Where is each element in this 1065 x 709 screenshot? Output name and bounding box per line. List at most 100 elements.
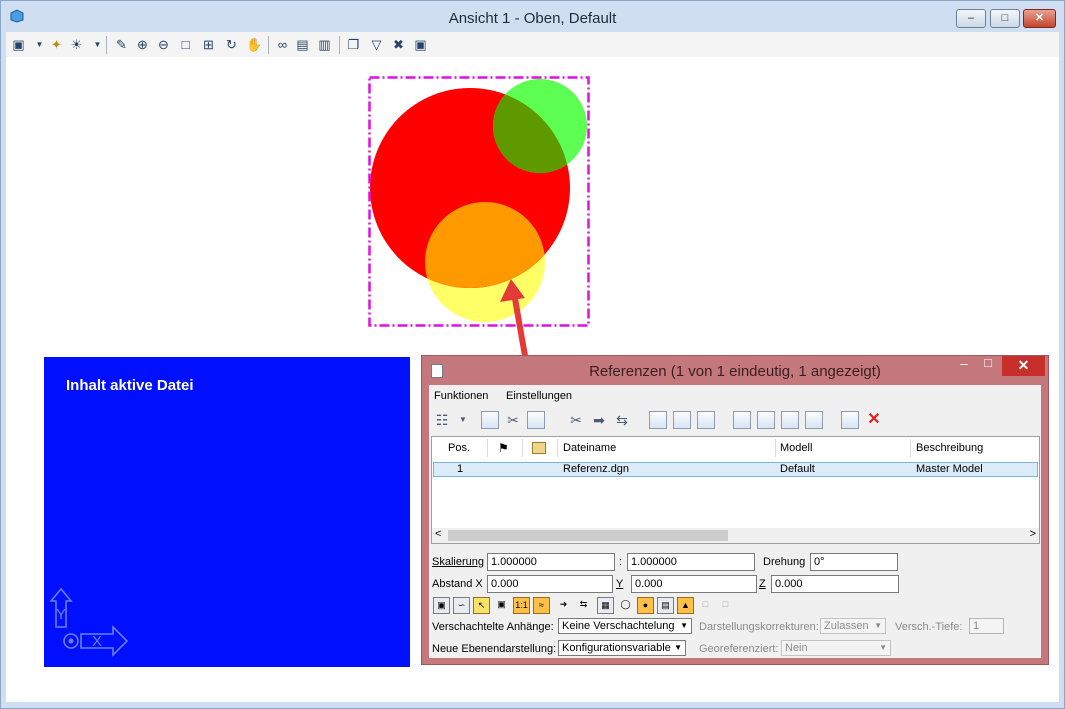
zoom-out-icon[interactable]: ⊖ (155, 36, 172, 53)
annotation-icon[interactable]: ▤ (657, 597, 674, 614)
row-modell: Default (780, 463, 815, 475)
scroll-right-button[interactable]: > (1030, 528, 1036, 540)
skalierung-master-input[interactable]: 1.000000 (487, 553, 615, 571)
darstellung-select[interactable]: Zulassen ▼ (820, 618, 886, 634)
clip-mask-icon[interactable] (781, 411, 799, 429)
references-table: Pos. ⚑ Dateiname Modell Beschreibung 1 R… (431, 436, 1040, 544)
column-header-beschreibung[interactable]: Beschreibung (916, 437, 983, 459)
display-toggle-icon[interactable]: ▣ (433, 597, 450, 614)
skalierung-reference-input[interactable]: 1.000000 (627, 553, 755, 571)
chevron-down-icon: ▼ (879, 643, 887, 652)
true-scale-icon[interactable]: 1:1 (513, 597, 530, 614)
row-beschreibung: Master Model (916, 463, 983, 475)
abstand-z-input[interactable]: 0.000 (771, 575, 899, 593)
clip-volume-icon[interactable]: ▽ (368, 36, 385, 53)
georef-select[interactable]: Nein ▼ (781, 640, 891, 656)
mirror-horizontal-icon[interactable] (697, 411, 715, 429)
dialog-maximize-button[interactable]: □ (976, 356, 1000, 374)
view-display-icon[interactable]: ☀ (68, 36, 85, 53)
copy-reference-icon[interactable]: ⇆ (613, 411, 631, 429)
drehung-input[interactable]: 0° (810, 553, 898, 571)
line-style-icon[interactable]: ≈ (533, 597, 550, 614)
chevron-down-icon[interactable]: ▼ (89, 36, 106, 53)
previous-view-icon[interactable]: ▤ (294, 36, 311, 53)
view-toolbar: ▣ ▼ ✦ ☀ ▼ ✎ ⊕ ⊖ □ ⊞ ↻ ✋ ∞ ▤ ▥ ❐ ▽ ✖ ▣ (6, 32, 1059, 57)
clip-delete-icon[interactable] (805, 411, 823, 429)
pan-view-icon[interactable]: ✋ (246, 36, 263, 53)
use-lights-icon[interactable]: ▲ (677, 597, 694, 614)
dialog-minimize-button[interactable]: – (952, 356, 976, 374)
tiefe-input[interactable]: 1 (969, 618, 1004, 634)
delete-reference-icon[interactable]: ✕ (865, 411, 883, 429)
abstand-y-input[interactable]: 0.000 (631, 575, 757, 593)
chevron-down-icon[interactable]: ▼ (31, 36, 48, 53)
print-icon[interactable]: □ (697, 597, 714, 614)
view-camera-icon[interactable]: ▣ (412, 36, 429, 53)
treat-as-element-icon[interactable]: ⇆ (575, 597, 592, 614)
darstellung-value: Zulassen (824, 620, 869, 632)
table-row[interactable]: 1 Referenz.dgn Default Master Model (433, 462, 1038, 477)
menu-funktionen[interactable]: Funktionen (434, 390, 488, 402)
ebenen-select[interactable]: Konfigurationsvariable ▼ (558, 640, 686, 656)
display-raster-icon[interactable]: ◯ (617, 597, 634, 614)
zoom-in-icon[interactable]: ⊕ (134, 36, 151, 53)
light-bulb-icon[interactable]: ● (637, 597, 654, 614)
scale-reference-icon[interactable] (673, 411, 691, 429)
snap-toggle-icon[interactable]: ∽ (453, 597, 470, 614)
rotate-reference-icon[interactable] (649, 411, 667, 429)
next-view-icon[interactable]: ▥ (316, 36, 333, 53)
attach-reference-icon[interactable] (481, 411, 499, 429)
clip-mask-icon[interactable]: ✖ (390, 36, 407, 53)
georef-label: Georeferenziert: (699, 643, 779, 655)
rotate-view-icon[interactable]: ↻ (223, 36, 240, 53)
lock-icon[interactable]: ▣ (493, 597, 510, 614)
dialog-toolbar: ☷ ▼ ✂ ✂ ➡ ⇆ ✕ (429, 407, 1041, 433)
abstand-x-input[interactable]: 0.000 (487, 575, 613, 593)
padlock-icon[interactable]: □ (717, 597, 734, 614)
ignore-attach-icon[interactable]: ➜ (555, 597, 572, 614)
dialog-close-button[interactable]: ✕ (1002, 356, 1045, 376)
exchange-reference-icon[interactable]: ✂ (567, 411, 585, 429)
skalierung-separator: : (619, 556, 623, 568)
hierarchy-icon[interactable]: ☷ (433, 411, 451, 429)
copy-view-icon[interactable]: ❐ (345, 36, 362, 53)
update-view-icon[interactable]: ✎ (113, 36, 130, 53)
fit-view-icon[interactable]: ⊞ (200, 36, 217, 53)
column-header-modell[interactable]: Modell (780, 437, 812, 459)
chevron-down-icon: ▼ (680, 621, 688, 630)
menu-einstellungen[interactable]: Einstellungen (506, 390, 572, 402)
panel-label: Inhalt aktive Datei (66, 377, 194, 394)
level-display-icon[interactable]: ▦ (597, 597, 614, 614)
locate-toggle-icon[interactable]: ↖ (473, 597, 490, 614)
reference-settings-icon[interactable] (841, 411, 859, 429)
darstellung-label: Darstellungskorrekturen: (699, 621, 819, 633)
flag-icon[interactable]: ⚑ (498, 437, 509, 459)
mirror-vertical-icon[interactable] (733, 411, 751, 429)
georef-value: Nein (785, 642, 808, 654)
move-reference-icon[interactable]: ➡ (590, 411, 608, 429)
verschachtelt-select[interactable]: Keine Verschachtelung ▼ (558, 618, 692, 634)
column-header-dateiname[interactable]: Dateiname (563, 437, 616, 459)
clip-boundary-icon[interactable] (757, 411, 775, 429)
svg-text:X: X (92, 633, 102, 650)
horizontal-scrollbar[interactable]: < > (432, 528, 1039, 543)
view-groups-icon[interactable]: ▣ (10, 36, 27, 53)
window-area-icon[interactable]: □ (177, 36, 194, 53)
minimize-button[interactable]: – (956, 9, 986, 28)
reload-reference-icon[interactable] (527, 411, 545, 429)
abstand-y-label: Y (616, 578, 624, 590)
abstand-x-label: Abstand X (432, 578, 483, 590)
scrollbar-thumb[interactable] (448, 530, 728, 541)
maximize-button[interactable]: □ (990, 9, 1020, 28)
column-header-pos[interactable]: Pos. (448, 437, 470, 459)
dialog-body: Funktionen Einstellungen ☷ ▼ ✂ ✂ ➡ ⇆ ✕ P… (429, 385, 1041, 658)
scroll-left-button[interactable]: < (435, 528, 441, 540)
walk-icon[interactable]: ∞ (274, 36, 291, 53)
close-button[interactable]: ✕ (1023, 9, 1056, 28)
chevron-down-icon: ▼ (874, 621, 882, 630)
chevron-down-icon[interactable]: ▼ (454, 411, 472, 429)
title-bar[interactable]: Ansicht 1 - Oben, Default – □ ✕ (1, 1, 1064, 31)
detach-reference-icon[interactable]: ✂ (504, 411, 522, 429)
view-attributes-icon[interactable]: ✦ (48, 36, 65, 53)
folder-icon[interactable] (532, 442, 546, 454)
